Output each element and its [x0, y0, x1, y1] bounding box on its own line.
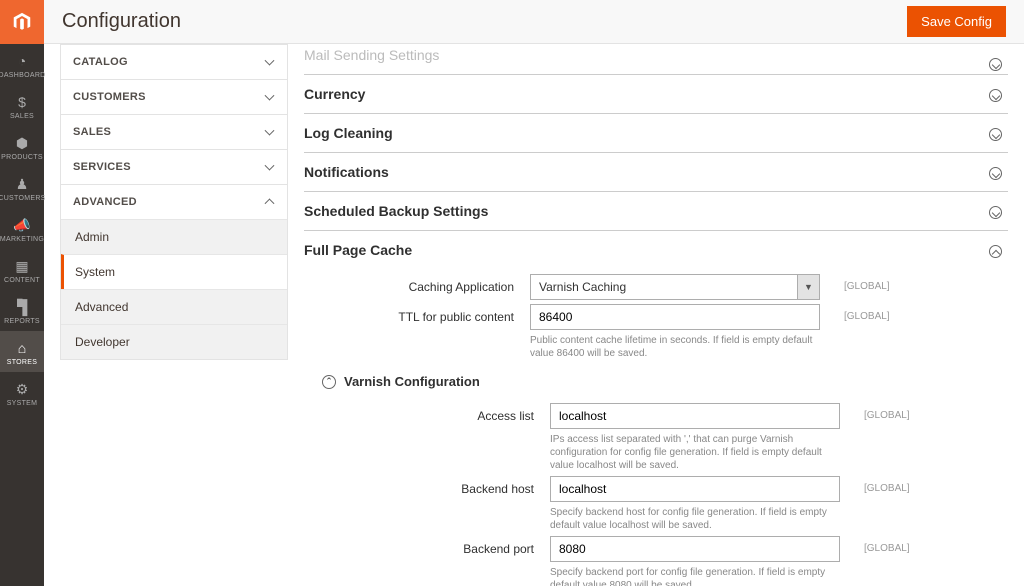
section-backup[interactable]: Scheduled Backup Settings [304, 192, 1008, 231]
section-notifications[interactable]: Notifications [304, 153, 1008, 192]
caching-application-label: Caching Application [304, 274, 530, 294]
backend-port-input[interactable] [550, 536, 840, 562]
access-list-label: Access list [324, 403, 550, 423]
titlebar: Configuration Save Config [44, 0, 1024, 44]
admin-sidebar: ◔DASHBOARD $SALES ⬢PRODUCTS ♟CUSTOMERS 📣… [0, 0, 44, 586]
tab-item-developer[interactable]: Developer [61, 324, 287, 359]
nav-sales[interactable]: $SALES [0, 85, 44, 126]
scope-label: [GLOBAL] [820, 274, 890, 292]
nav-system[interactable]: ⚙SYSTEM [0, 372, 44, 413]
nav-dashboard[interactable]: ◔DASHBOARD [0, 44, 44, 85]
magento-logo-icon [11, 11, 33, 33]
tab-services[interactable]: SERVICES [61, 150, 287, 184]
section-title: Log Cleaning [304, 125, 986, 141]
caching-application-select[interactable]: Varnish Caching ▼ [530, 274, 820, 300]
section-full-page-cache: Full Page Cache Caching Application Varn… [304, 231, 1008, 586]
backend-port-hint: Specify backend port for config file gen… [550, 566, 840, 586]
content-icon: ▦ [13, 257, 31, 275]
section-currency[interactable]: Currency [304, 75, 1008, 114]
tab-advanced[interactable]: ADVANCED [61, 185, 287, 219]
section-title[interactable]: Full Page Cache [304, 242, 986, 258]
tab-catalog[interactable]: CATALOG [61, 45, 287, 79]
backend-host-input[interactable] [550, 476, 840, 502]
scope-label: [GLOBAL] [840, 403, 910, 421]
ttl-label: TTL for public content [304, 304, 530, 324]
nav-content[interactable]: ▦CONTENT [0, 249, 44, 290]
collapse-icon: ⌃ [322, 375, 336, 389]
tab-sales[interactable]: SALES [61, 115, 287, 149]
customers-icon: ♟ [13, 175, 31, 193]
nav-customers[interactable]: ♟CUSTOMERS [0, 167, 44, 208]
system-icon: ⚙ [13, 380, 31, 398]
tab-item-advanced[interactable]: Advanced [61, 289, 287, 324]
reports-icon: ▝▌ [13, 298, 31, 316]
ttl-hint: Public content cache lifetime in seconds… [530, 334, 820, 360]
scope-label: [GLOBAL] [840, 476, 910, 494]
nav-reports[interactable]: ▝▌REPORTS [0, 290, 44, 331]
varnish-config-group[interactable]: ⌃ Varnish Configuration [322, 374, 986, 389]
marketing-icon: 📣 [13, 216, 31, 234]
section-mail-sending[interactable]: Mail Sending Settings [304, 44, 1008, 75]
config-tabs: CATALOG CUSTOMERS SALES SERVICES ADVANCE… [60, 44, 288, 360]
logo[interactable] [0, 0, 44, 44]
chevron-down-icon: ▼ [797, 275, 819, 299]
stores-icon: ⌂ [13, 339, 31, 357]
access-list-hint: IPs access list separated with ',' that … [550, 433, 840, 472]
nav-stores[interactable]: ⌂STORES [0, 331, 44, 372]
backend-host-label: Backend host [324, 476, 550, 496]
sections: Mail Sending Settings Currency Log Clean… [304, 44, 1008, 586]
nav-marketing[interactable]: 📣MARKETING [0, 208, 44, 249]
nav-products[interactable]: ⬢PRODUCTS [0, 126, 44, 167]
section-title: Currency [304, 86, 986, 102]
section-title: Notifications [304, 164, 986, 180]
section-log-cleaning[interactable]: Log Cleaning [304, 114, 1008, 153]
save-config-button[interactable]: Save Config [907, 6, 1006, 37]
backend-port-label: Backend port [324, 536, 550, 556]
tab-item-admin[interactable]: Admin [61, 219, 287, 254]
tab-item-system[interactable]: System [61, 254, 287, 289]
section-title: Mail Sending Settings [304, 47, 986, 63]
access-list-input[interactable] [550, 403, 840, 429]
backend-host-hint: Specify backend host for config file gen… [550, 506, 840, 532]
tab-customers[interactable]: CUSTOMERS [61, 80, 287, 114]
scope-label: [GLOBAL] [840, 536, 910, 554]
sales-icon: $ [13, 93, 31, 111]
scope-label: [GLOBAL] [820, 304, 890, 322]
ttl-input[interactable] [530, 304, 820, 330]
dashboard-icon: ◔ [13, 52, 31, 70]
page-title: Configuration [62, 10, 181, 33]
products-icon: ⬢ [13, 134, 31, 152]
section-title: Scheduled Backup Settings [304, 203, 986, 219]
